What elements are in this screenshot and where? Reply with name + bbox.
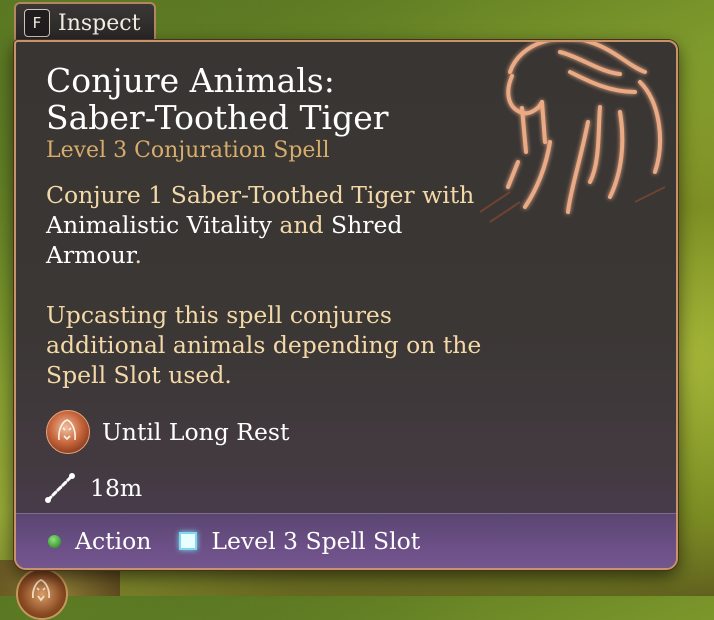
duration-row: Until Long Rest: [46, 410, 289, 454]
upcast-description: Upcasting this spell conjures additional…: [46, 301, 482, 389]
inspect-label: Inspect: [58, 10, 141, 36]
portrait-badge-icon[interactable]: [16, 568, 68, 620]
desc-text-2: and: [271, 211, 332, 239]
range-icon: [45, 473, 75, 503]
desc-text-1: Conjure 1 Saber-Toothed Tiger with: [46, 181, 475, 209]
tooltip-footer: Action Level 3 Spell Slot: [16, 513, 676, 568]
spell-tooltip: Conjure Animals: Saber-Toothed Tiger Lev…: [14, 40, 678, 570]
keyword-animalistic-vitality[interactable]: Animalistic Vitality: [46, 211, 272, 239]
spell-slot-icon: [179, 532, 198, 550]
duration-label: Until Long Rest: [102, 418, 290, 446]
desc-text-3: .: [134, 241, 142, 269]
title-line-2: Saber-Toothed Tiger: [46, 98, 389, 137]
spell-subtitle: Level 3 Conjuration Spell: [46, 138, 330, 163]
range-label: 18m: [90, 474, 143, 502]
spell-title: Conjure Animals: Saber-Toothed Tiger: [46, 62, 466, 136]
key-hint-f: F: [24, 9, 50, 37]
title-line-1: Conjure Animals:: [46, 61, 335, 100]
range-row: 18m: [42, 470, 142, 506]
description-main: Conjure 1 Saber-Toothed Tiger with Anima…: [46, 180, 486, 270]
inspect-tab[interactable]: F Inspect: [14, 2, 157, 42]
action-dot-icon: [48, 534, 61, 548]
spell-description: Conjure 1 Saber-Toothed Tiger with Anima…: [46, 180, 486, 420]
tiger-duration-icon: [46, 410, 90, 454]
spell-slot-label: Level 3 Spell Slot: [211, 527, 421, 555]
action-label: Action: [75, 527, 152, 555]
